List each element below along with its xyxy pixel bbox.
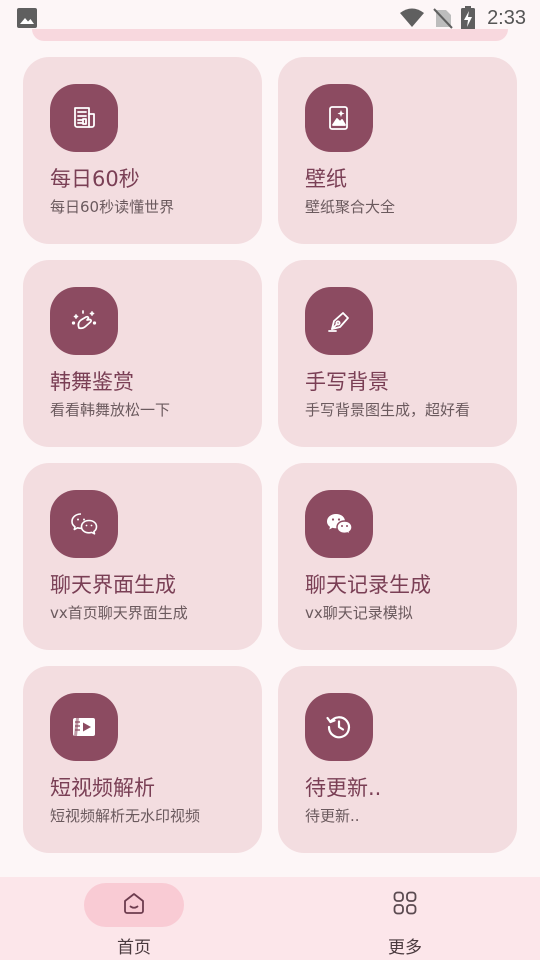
- card-short-video-parser[interactable]: 短视频解析 短视频解析无水印视频: [23, 666, 262, 853]
- card-subtitle: 壁纸聚合大全: [305, 198, 396, 217]
- card-subtitle: vx首页聊天界面生成: [50, 604, 188, 623]
- history-icon: [305, 693, 373, 761]
- card-subtitle: 短视频解析无水印视频: [50, 807, 201, 826]
- nav-home[interactable]: 首页: [59, 877, 209, 960]
- card-title: 每日60秒: [50, 167, 140, 191]
- sparkle-hand-icon: [50, 287, 118, 355]
- card-title: 手写背景: [305, 370, 389, 394]
- card-title: 短视频解析: [50, 776, 155, 800]
- feature-grid: 每日60秒 每日60秒读懂世界 壁纸 壁纸聚合大全 韩舞鉴赏 看看韩舞放松一下 …: [23, 57, 517, 853]
- nav-more[interactable]: 更多: [330, 877, 480, 960]
- nav-more-indicator: [355, 883, 455, 927]
- nav-home-indicator: [84, 883, 184, 927]
- image-notification-icon: [16, 7, 38, 29]
- no-sim-icon: [433, 7, 453, 29]
- card-chat-ui-generator[interactable]: 聊天界面生成 vx首页聊天界面生成: [23, 463, 262, 650]
- nav-home-label: 首页: [117, 938, 151, 958]
- wifi-icon: [399, 7, 425, 29]
- grid-icon: [391, 889, 419, 921]
- card-title: 聊天界面生成: [50, 573, 176, 597]
- video-icon: [50, 693, 118, 761]
- status-icons: 2:33: [399, 6, 526, 30]
- wallpaper-icon: [305, 84, 373, 152]
- nav-more-label: 更多: [388, 938, 422, 958]
- card-subtitle: 看看韩舞放松一下: [50, 401, 171, 420]
- card-title: 聊天记录生成: [305, 573, 431, 597]
- card-daily-60s[interactable]: 每日60秒 每日60秒读懂世界: [23, 57, 262, 244]
- previous-card-edge: [32, 29, 508, 41]
- card-chat-history-generator[interactable]: 聊天记录生成 vx聊天记录模拟: [278, 463, 517, 650]
- home-icon: [120, 889, 148, 921]
- status-time: 2:33: [487, 6, 526, 29]
- card-subtitle: 每日60秒读懂世界: [50, 198, 175, 217]
- card-subtitle: 手写背景图生成，超好看: [305, 401, 471, 420]
- newspaper-icon: [50, 84, 118, 152]
- wechat-filled-icon: [305, 490, 373, 558]
- card-title: 待更新..: [305, 776, 382, 800]
- card-title: 壁纸: [305, 167, 347, 191]
- card-coming-soon[interactable]: 待更新.. 待更新..: [278, 666, 517, 853]
- battery-charging-icon: [461, 6, 476, 30]
- pen-icon: [305, 287, 373, 355]
- card-subtitle: 待更新..: [305, 807, 360, 826]
- card-wallpaper[interactable]: 壁纸 壁纸聚合大全: [278, 57, 517, 244]
- card-subtitle: vx聊天记录模拟: [305, 604, 413, 623]
- card-title: 韩舞鉴赏: [50, 370, 134, 394]
- card-kpop-dance[interactable]: 韩舞鉴赏 看看韩舞放松一下: [23, 260, 262, 447]
- card-handwritten-bg[interactable]: 手写背景 手写背景图生成，超好看: [278, 260, 517, 447]
- wechat-outline-icon: [50, 490, 118, 558]
- bottom-navigation: 首页 更多: [0, 877, 540, 960]
